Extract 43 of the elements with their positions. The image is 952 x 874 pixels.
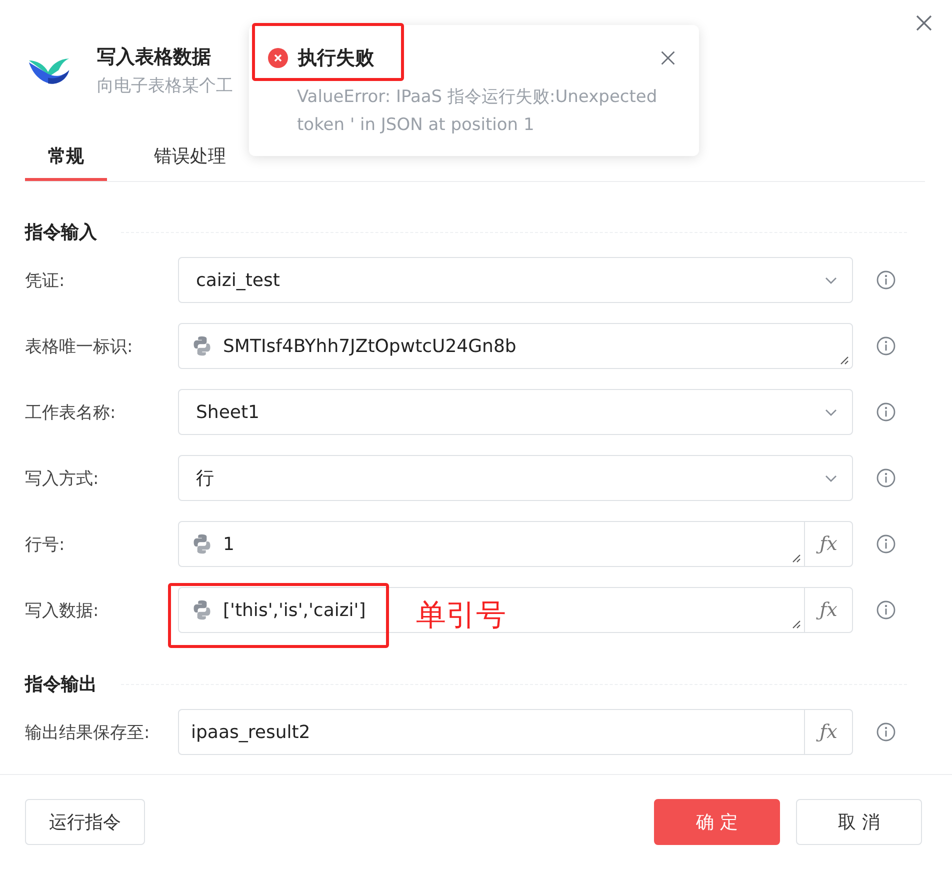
field-label: 工作表名称: bbox=[25, 402, 117, 424]
fx-button[interactable]: ƒx bbox=[804, 588, 852, 632]
annotation-text: 单引号 bbox=[416, 597, 506, 635]
dialog-subtitle: 向电子表格某个工 bbox=[97, 75, 233, 98]
fx-button[interactable]: ƒx bbox=[804, 522, 852, 566]
fx-button[interactable]: ƒx bbox=[804, 710, 852, 754]
resize-handle-icon[interactable] bbox=[839, 355, 849, 365]
python-icon bbox=[191, 533, 213, 555]
field-label: 输出结果保存至: bbox=[25, 722, 151, 744]
select-field[interactable]: caizi_test bbox=[178, 257, 853, 303]
tab[interactable]: 错误处理 bbox=[131, 136, 249, 181]
resize-handle-icon[interactable] bbox=[791, 619, 801, 629]
field-label: 凭证: bbox=[25, 270, 66, 292]
run-button[interactable]: 运行指令 bbox=[25, 799, 145, 845]
dialog-title: 写入表格数据 bbox=[97, 45, 212, 70]
info-icon[interactable] bbox=[876, 722, 896, 742]
input-field[interactable]: 1 ƒx bbox=[178, 521, 853, 567]
section-title: 指令输入 bbox=[25, 221, 97, 244]
cancel-button[interactable]: 取 消 bbox=[796, 799, 922, 845]
toast-title: 执行失败 bbox=[298, 46, 375, 71]
toast-message: ValueError: IPaaS 指令运行失败:Unexpected token ' in JSON at position 1 bbox=[297, 86, 658, 137]
field-label: 写入方式: bbox=[25, 468, 100, 490]
close-icon[interactable] bbox=[915, 14, 933, 32]
info-icon[interactable] bbox=[876, 336, 896, 356]
field-label: 行号: bbox=[25, 534, 66, 556]
error-icon bbox=[268, 48, 288, 68]
input-field[interactable]: ipaas_result2 ƒx bbox=[178, 709, 853, 755]
info-icon[interactable] bbox=[876, 468, 896, 488]
select-field[interactable]: 行 bbox=[178, 455, 853, 501]
info-icon[interactable] bbox=[876, 600, 896, 620]
input-field[interactable]: SMTIsf4BYhh7JZtOpwtcU24Gn8b bbox=[178, 323, 853, 369]
info-icon[interactable] bbox=[876, 270, 896, 290]
tab[interactable]: 常规 bbox=[25, 136, 107, 181]
python-icon bbox=[191, 335, 213, 357]
field-label: 表格唯一标识: bbox=[25, 336, 134, 358]
python-icon bbox=[191, 599, 213, 621]
select-field[interactable]: Sheet1 bbox=[178, 389, 853, 435]
resize-handle-icon[interactable] bbox=[791, 553, 801, 563]
field-label: 写入数据: bbox=[25, 600, 100, 622]
info-icon[interactable] bbox=[876, 534, 896, 554]
section-title: 指令输出 bbox=[25, 673, 97, 696]
close-icon[interactable] bbox=[660, 50, 676, 66]
info-icon[interactable] bbox=[876, 402, 896, 422]
